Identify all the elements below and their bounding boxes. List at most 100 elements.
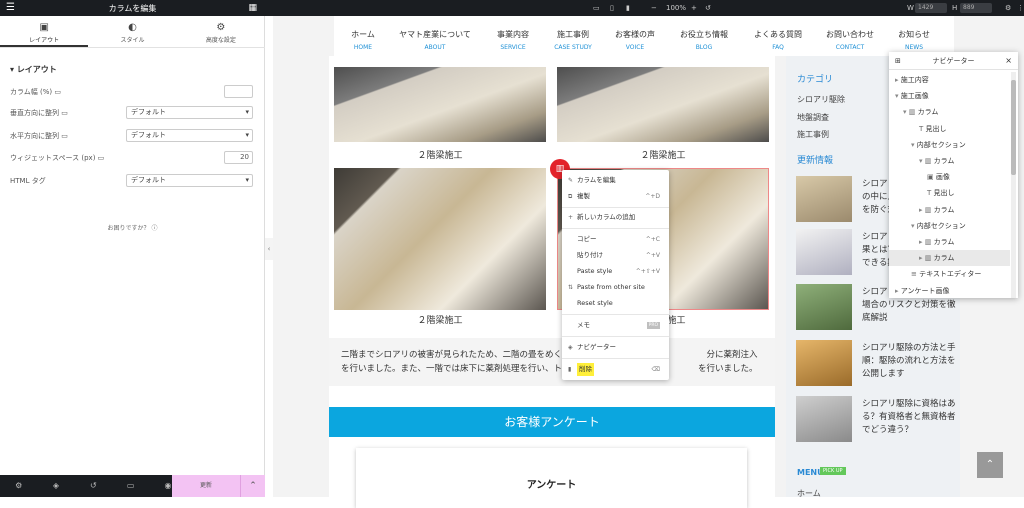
navigator-item[interactable]: ▾ ▥ カラム — [889, 153, 1010, 169]
navigator-item[interactable]: ▣ 画像 — [889, 169, 1010, 185]
widget-space-input[interactable]: 20 — [224, 151, 253, 164]
desktop-view-icon[interactable]: ▭ — [593, 2, 600, 14]
category-link[interactable]: 施工事例 — [797, 129, 829, 140]
close-icon[interactable]: × — [1005, 52, 1012, 70]
more-options-icon[interactable]: ⋮ — [1017, 2, 1024, 14]
nav-about[interactable]: ヤマト産業について ABOUT — [394, 29, 476, 51]
editor-top-bar: ▭ ▯ ▮ − 100% + ↺ W 1429 H 889 ⚙ ⋮ — [265, 0, 1024, 16]
navigator-item[interactable]: T 見出し — [889, 185, 1010, 201]
post-item[interactable]: シロアリ駆除に資格はある？有資格者と無資格者でどう違う？ — [796, 396, 956, 444]
navigator-item-label: カラム — [917, 108, 939, 117]
navigator-item[interactable]: ▸ アンケート画像 — [889, 283, 1010, 299]
menu-item-reset-style[interactable]: Reset style — [568, 297, 664, 310]
expand-all-icon[interactable]: ⊞ — [895, 52, 901, 70]
nav-case-study[interactable]: 施工事例 CASE STUDY — [549, 29, 597, 51]
hamburger-menu-icon[interactable]: ☰ — [6, 2, 15, 14]
tablet-view-icon[interactable]: ▯ — [610, 2, 614, 14]
back-to-top-button[interactable]: ⌃ — [977, 452, 1003, 478]
navigator-item[interactable]: ▾ 内部セクション — [889, 218, 1010, 234]
navigator-item[interactable]: ▾ 内部セクション — [889, 137, 1010, 153]
layers-icon: ◈ — [568, 344, 573, 351]
navigator-item[interactable]: ▸ ▥ カラム — [889, 234, 1010, 250]
width-input[interactable]: 1429 — [915, 3, 947, 13]
desktop-icon: ▭ — [61, 132, 68, 140]
navigator-item[interactable]: ≡ テキストエディター — [889, 266, 1010, 282]
element-type-icon: ▥ — [924, 238, 934, 246]
update-button[interactable]: 更新 — [172, 475, 240, 497]
nav-voice[interactable]: お客様の声 VOICE — [610, 29, 660, 51]
nav-blog[interactable]: お役立ち情報 BLOG — [674, 29, 734, 51]
navigator-item[interactable]: ▾ ▥ カラム — [889, 104, 1010, 120]
layout-section-title[interactable]: ▾ レイアウト — [10, 64, 57, 75]
menu-item-add-column[interactable]: + 新しいカラムの追加 — [568, 211, 664, 224]
column-width-control: カラム幅 (%) ▭ — [10, 85, 253, 99]
collapse-panel-icon[interactable]: ‹ — [265, 238, 273, 260]
post-thumbnail — [796, 340, 852, 386]
navigator-item[interactable]: ▸ ▥ カラム — [889, 202, 1010, 218]
settings-icon[interactable]: ⚙ — [0, 475, 37, 497]
nav-news[interactable]: お知らせ NEWS — [894, 29, 934, 51]
menu-item-paste-style[interactable]: Paste style ^+⇧+V — [568, 265, 664, 278]
history-icon[interactable]: ↺ — [75, 475, 112, 497]
widgets-grid-icon[interactable]: ▦ — [248, 2, 257, 14]
horizontal-align-control: 水平方向に整列 ▭ デフォルト — [10, 129, 253, 143]
survey-title: アンケート — [526, 480, 577, 491]
panel-title: カラムを編集 — [108, 3, 157, 13]
widget-space-control: ウィジェットスペース (px) ▭ 20 — [10, 151, 253, 165]
post-thumbnail — [796, 396, 852, 442]
navigator-scroll-thumb[interactable] — [1011, 80, 1016, 175]
navigator-item-label: カラム — [933, 157, 955, 165]
navigator-item[interactable]: ▾ 施工画像 — [889, 88, 1010, 104]
column-width-input[interactable] — [224, 85, 253, 98]
navigator-item-label: 施工内容 — [900, 76, 929, 84]
height-input[interactable]: 889 — [960, 3, 992, 13]
post-thumbnail — [796, 229, 852, 275]
menu-item-navigator[interactable]: ◈ ナビゲーター — [568, 341, 664, 354]
menu-item-copy[interactable]: コピー ^+C — [568, 233, 664, 246]
navigator-item[interactable]: ▸ ▥ カラム — [889, 250, 1010, 267]
menu-home-link[interactable]: ホーム — [797, 488, 821, 499]
nav-contact[interactable]: お問い合わせ CONTACT — [820, 29, 880, 51]
navigator-item-label: カラム — [933, 205, 955, 214]
menu-item-paste[interactable]: 貼り付け ^+V — [568, 249, 664, 262]
navigator-panel: ⊞ ナビゲーター × ▸ 施工内容 ▾ 施工画像 ▾ ▥ カラム T 見出し ▾ 内部セク… — [889, 52, 1018, 298]
reset-zoom-icon[interactable]: ↺ — [705, 2, 711, 14]
mobile-view-icon[interactable]: ▮ — [626, 2, 630, 14]
nav-service[interactable]: 事業内容 SERVICE — [489, 29, 537, 51]
tab-style[interactable]: ◐ スタイル — [88, 16, 176, 47]
tab-advanced[interactable]: ⚙ 高度な設定 — [177, 16, 265, 47]
gear-icon: ⚙ — [216, 22, 226, 33]
nav-faq[interactable]: よくある質問 FAQ — [748, 29, 808, 51]
navigator-item-label: 内部セクション — [916, 221, 966, 230]
help-link[interactable]: お困りですか？ ⓘ — [0, 223, 265, 232]
responsive-icon[interactable]: ▭ — [112, 475, 149, 497]
html-tag-select[interactable]: デフォルト — [126, 174, 253, 187]
vertical-align-select[interactable]: デフォルト — [126, 106, 253, 119]
post-item[interactable]: シロアリ駆除の方法と手順：駆除の流れと方法を公開します — [796, 340, 956, 388]
category-link[interactable]: 地盤調査 — [797, 112, 829, 123]
navigator-item[interactable]: ▸ 施工内容 — [889, 72, 1010, 88]
zoom-in-icon[interactable]: + — [691, 2, 697, 14]
site-navigation: ホーム HOME ヤマト産業について ABOUT 事業内容 SERVICE 施工事例 C… — [334, 16, 954, 56]
menu-item-notes[interactable]: メモ PRO — [568, 319, 664, 332]
zoom-out-icon[interactable]: − — [651, 2, 657, 14]
navigator-header[interactable]: ⊞ ナビゲーター × — [889, 52, 1018, 70]
menu-item-edit-column[interactable]: ✎ カラムを編集 — [568, 174, 664, 187]
navigator-item-label: アンケート画像 — [900, 286, 950, 295]
horizontal-align-select[interactable]: デフォルト — [126, 129, 253, 142]
settings-gear-icon[interactable]: ⚙ — [1005, 2, 1011, 14]
update-options-chevron-icon[interactable]: ⌃ — [240, 475, 265, 497]
photo-caption: ２階梁施工 — [417, 316, 463, 326]
category-link[interactable]: シロアリ駆除 — [797, 94, 845, 105]
tab-layout[interactable]: ▣ レイアウト — [0, 16, 89, 47]
nav-home[interactable]: ホーム HOME — [342, 29, 384, 51]
navigator-item[interactable]: T 見出し — [889, 121, 1010, 137]
survey-banner: お客様アンケート — [329, 407, 775, 437]
layers-icon[interactable]: ◈ — [37, 475, 74, 497]
photo-caption: ２階梁施工 — [417, 151, 463, 161]
context-menu: ✎ カラムを編集 ⧉ 複製 ^+D + 新しいカラムの追加 コピー ^+C 貼り付け ^+V… — [562, 170, 669, 380]
pickup-badge: PICK UP — [820, 467, 846, 475]
menu-item-delete[interactable]: ▮ 削除 ⌫ — [568, 363, 664, 376]
menu-item-duplicate[interactable]: ⧉ 複製 ^+D — [568, 190, 664, 203]
menu-item-paste-other-site[interactable]: ⇅ Paste from other site — [568, 281, 664, 294]
